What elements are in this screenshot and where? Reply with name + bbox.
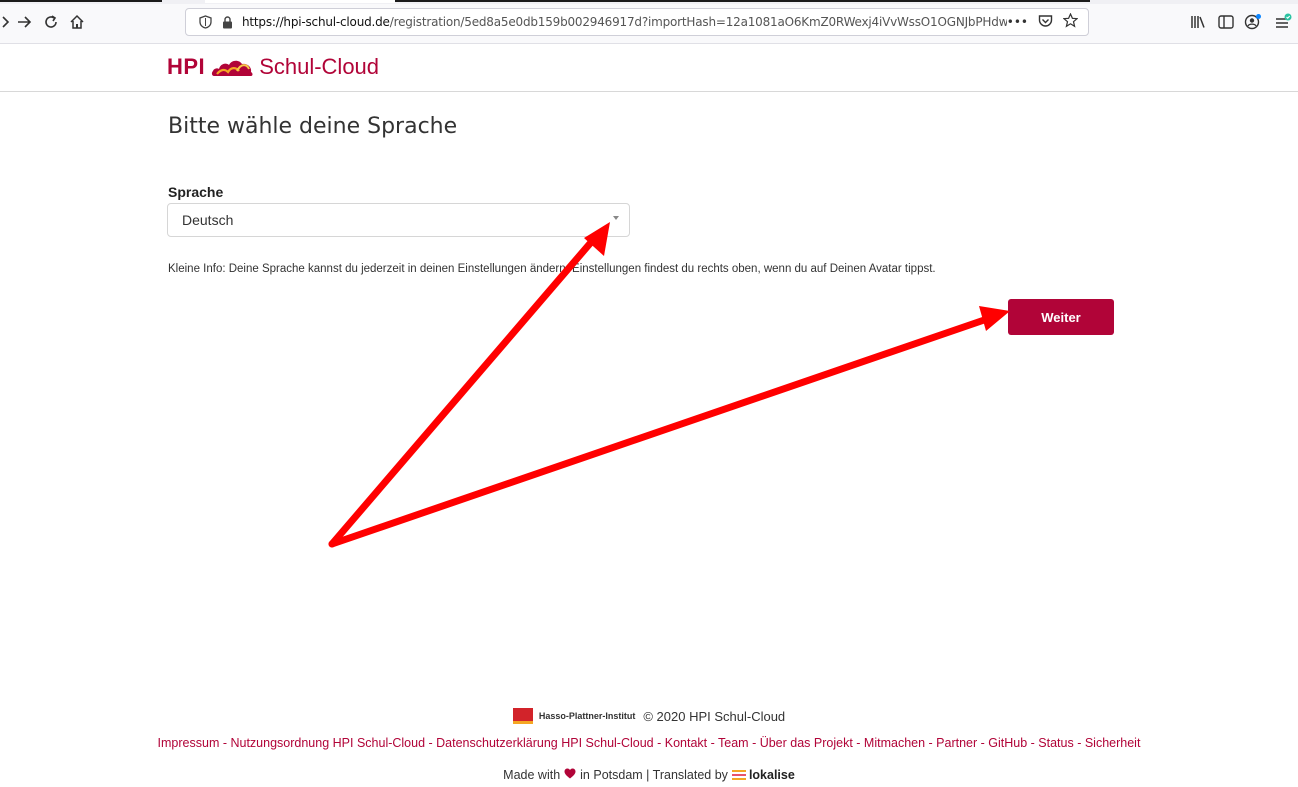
language-selected-value: Deutsch xyxy=(182,212,234,228)
browser-toolbar: https://hpi-schul-cloud.de/registration/… xyxy=(0,0,1298,44)
arrow-to-next-button xyxy=(328,314,994,548)
footer-link-impressum[interactable]: Impressum xyxy=(158,736,220,750)
lokalise-logo[interactable]: lokalise xyxy=(731,768,795,782)
arrowhead-icon xyxy=(979,306,1010,331)
heart-icon xyxy=(564,768,576,782)
lock-icon[interactable] xyxy=(218,13,236,31)
language-select[interactable]: Deutsch xyxy=(167,203,630,237)
next-button[interactable]: Weiter xyxy=(1008,299,1114,335)
pocket-icon[interactable] xyxy=(1038,14,1053,31)
url-domain: https://hpi-schul-cloud.de xyxy=(242,15,390,29)
home-icon[interactable] xyxy=(64,9,90,35)
footer-link-team[interactable]: Team xyxy=(718,736,749,750)
page-title: Bitte wähle deine Sprache xyxy=(168,114,458,139)
footer-link-status[interactable]: Status xyxy=(1038,736,1073,750)
arrow-to-language-select xyxy=(328,236,597,548)
cloud-logo-icon xyxy=(211,55,255,79)
forward-icon[interactable] xyxy=(12,9,38,35)
address-bar[interactable]: https://hpi-schul-cloud.de/registration/… xyxy=(185,8,1089,36)
footer-link-partner[interactable]: Partner xyxy=(936,736,977,750)
info-text: Kleine Info: Deine Sprache kannst du jed… xyxy=(168,263,936,275)
site-header: HPI Schul-Cloud xyxy=(0,44,1298,92)
language-label: Sprache xyxy=(168,184,224,200)
sidebar-icon[interactable] xyxy=(1215,11,1237,33)
footer-link-contribute[interactable]: Mitmachen xyxy=(864,736,925,750)
footer-brand: Hasso-Plattner-Institut © 2020 HPI Schul… xyxy=(0,708,1298,724)
footer-link-about[interactable]: Über das Projekt xyxy=(760,736,853,750)
page-actions-button[interactable]: ••• xyxy=(1007,15,1028,29)
chevron-down-icon[interactable] xyxy=(613,216,619,220)
made-with-line: Made with in Potsdam | Translated by lok… xyxy=(0,768,1298,782)
url-path: /registration/5ed8a5e0db159b002946917d?i… xyxy=(389,15,1007,29)
back-icon[interactable] xyxy=(0,9,12,35)
footer-link-terms[interactable]: Nutzungsordnung HPI Schul-Cloud xyxy=(230,736,425,750)
url-text[interactable]: https://hpi-schul-cloud.de/registration/… xyxy=(242,15,1007,29)
shield-icon[interactable] xyxy=(196,13,214,31)
footer-link-privacy[interactable]: Datenschutzerklärung HPI Schul-Cloud xyxy=(436,736,653,750)
copyright-text: © 2020 HPI Schul-Cloud xyxy=(643,708,786,724)
footer-link-github[interactable]: GitHub xyxy=(988,736,1027,750)
library-icon[interactable] xyxy=(1187,11,1209,33)
site-logo[interactable]: HPI Schul-Cloud xyxy=(167,50,379,84)
footer-link-contact[interactable]: Kontakt xyxy=(665,736,707,750)
made-with-prefix: Made with xyxy=(503,768,561,782)
reload-icon[interactable] xyxy=(38,9,64,35)
menu-icon[interactable] xyxy=(1272,11,1294,33)
tab-strip xyxy=(0,0,1298,4)
lokalise-text: lokalise xyxy=(748,768,795,782)
made-with-suffix: in Potsdam | Translated by xyxy=(580,768,728,782)
institute-name: Hasso-Plattner-Institut xyxy=(538,711,636,721)
logo-hpi-text: HPI xyxy=(167,54,206,79)
hpi-institute-logo[interactable]: Hasso-Plattner-Institut xyxy=(512,708,636,724)
account-icon[interactable] xyxy=(1242,11,1264,33)
footer-link-security[interactable]: Sicherheit xyxy=(1085,736,1141,750)
bookmark-star-icon[interactable] xyxy=(1062,12,1079,31)
hpi-logo-icon xyxy=(512,708,533,724)
lokalise-icon xyxy=(731,770,746,780)
footer-links: Impressum - Nutzungsordnung HPI Schul-Cl… xyxy=(157,736,1141,750)
logo-name-text: Schul-Cloud xyxy=(259,54,380,79)
